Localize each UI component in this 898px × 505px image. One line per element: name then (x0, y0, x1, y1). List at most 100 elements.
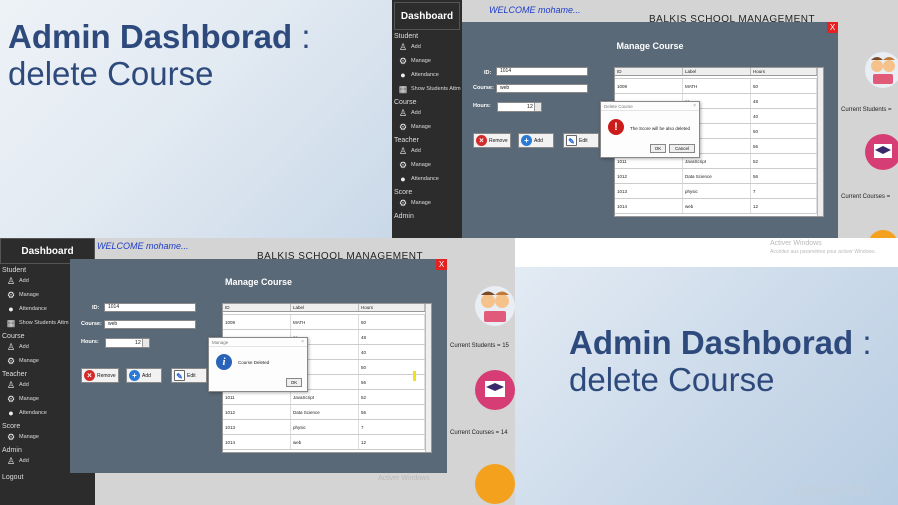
slide-subtitle: delete Course (8, 55, 214, 92)
graduation-svg (485, 381, 505, 397)
close-button[interactable]: X (436, 259, 447, 270)
id-field[interactable]: 1014 (496, 67, 588, 76)
users-gear-icon: ⚙ (398, 198, 408, 208)
table-scrollbar[interactable] (817, 68, 823, 216)
ok-button[interactable]: OK (286, 378, 302, 387)
remove-label: Remove (489, 137, 508, 144)
table-row[interactable]: 1013 physic 7 (223, 420, 431, 435)
user-icon: ● (400, 70, 406, 80)
sidebar-item-label: Add (411, 44, 421, 50)
table-row[interactable]: 1012 Data Science 56 (223, 405, 431, 420)
activate-windows-title: Activer Windows (378, 475, 430, 482)
sidebar-item-teacher-attendance[interactable]: ● Attendance (394, 172, 462, 186)
sidebar-item-label: Attendance (411, 72, 439, 78)
sidebar-item-label: Show Students Attm (19, 320, 69, 326)
error-icon: ! (608, 119, 624, 135)
table-row[interactable]: 1013 physic 7 (615, 184, 823, 199)
sidebar-item-course-add[interactable]: ♙ Add (394, 106, 462, 120)
col-label[interactable]: Label (291, 304, 359, 311)
plus-icon: + (129, 370, 140, 381)
sidebar-item-teacher-add[interactable]: ♙ Add (394, 144, 462, 158)
add-button[interactable]: + Add (518, 133, 554, 148)
table-row[interactable]: 1009 MATH 50 (223, 315, 431, 330)
cell-hours: 50 (359, 315, 425, 329)
table-row[interactable]: 1014 web 12 (223, 435, 431, 450)
id-label: ID: (92, 305, 100, 311)
remove-button[interactable]: × Remove (473, 133, 511, 148)
cell-label: MATH (683, 79, 751, 93)
users-gear-icon: ⚙ (6, 290, 16, 300)
sidebar-item-label: Attendance (19, 410, 47, 416)
table-row[interactable]: 1009 MATH 50 (615, 79, 823, 94)
col-hours[interactable]: Hours (751, 68, 817, 75)
cancel-button[interactable]: Cancel (669, 144, 695, 153)
cell-hours: 56 (751, 169, 817, 183)
hours-spinner[interactable]: 12 (497, 102, 542, 112)
graduation-svg (874, 144, 892, 158)
course-field[interactable]: web (496, 84, 588, 93)
dialog-close-icon[interactable]: × (693, 103, 696, 109)
course-field[interactable]: web (104, 320, 196, 329)
dialog-title-text: Manage (212, 340, 229, 345)
teacher-illustration-icon (475, 464, 515, 504)
current-courses-label: Current Courses = (841, 194, 891, 200)
table-row[interactable]: 1011 JavaScript 52 (223, 390, 431, 405)
hours-spinner[interactable]: 12 (105, 338, 150, 348)
edit-label: Edit (579, 137, 588, 144)
cell-hours: 48 (751, 94, 817, 108)
title-panel-bottom: Admin Dashborad : delete Course Activer … (515, 267, 898, 505)
sidebar-item-teacher-manage[interactable]: ⚙ Manage (394, 158, 462, 172)
users-gear-icon: ⚙ (398, 56, 408, 66)
cell-hours: 50 (751, 79, 817, 93)
table-row[interactable]: 1012 Data Science 56 (615, 169, 823, 184)
sidebar-item-show-attendance[interactable]: ▦ Show Students Attm (394, 82, 462, 96)
cell-id: 1014 (615, 199, 683, 213)
remove-label: Remove (97, 372, 116, 379)
logout-link[interactable]: Logout (2, 474, 95, 481)
sidebar-item-course-manage[interactable]: ⚙ Manage (394, 120, 462, 134)
sidebar-item-score-manage[interactable]: ⚙ Manage (394, 196, 462, 210)
sidebar-item-label: Manage (411, 124, 431, 130)
sidebar-item-label: Manage (19, 358, 39, 364)
col-label[interactable]: Label (683, 68, 751, 75)
welcome-text: WELCOME mohame... (97, 241, 189, 251)
user-add-icon: ♙ (398, 146, 408, 156)
slide-title: Admin Dashborad : (569, 324, 872, 362)
id-field[interactable]: 1014 (104, 303, 196, 312)
students-illustration-icon (865, 52, 898, 88)
add-button[interactable]: + Add (126, 368, 162, 383)
cell-hours: 40 (751, 109, 817, 123)
col-hours[interactable]: Hours (359, 304, 425, 311)
user-icon: ● (8, 408, 14, 418)
user-icon: ● (8, 304, 14, 314)
slide-title-bold: Admin Dashborad (8, 18, 293, 55)
cell-hours: 7 (751, 184, 817, 198)
cell-hours: 40 (359, 345, 425, 359)
cell-id: 1011 (223, 390, 291, 404)
activate-windows-title-right: Activer Windows (770, 240, 822, 247)
calendar-icon: ▦ (6, 318, 16, 328)
edit-icon: ✎ (174, 370, 185, 381)
col-id[interactable]: ID (615, 68, 683, 75)
edit-button[interactable]: ✎ Edit (563, 133, 599, 148)
sidebar-item-student-manage[interactable]: ⚙ Manage (394, 54, 462, 68)
table-header: ID Label Hours (615, 68, 823, 76)
cell-id: 1012 (223, 405, 291, 419)
cell-label: web (291, 435, 359, 449)
plus-icon: + (521, 135, 532, 146)
dialog-message: Course Deleted (238, 360, 270, 365)
dialog-close-icon[interactable]: × (301, 339, 304, 345)
table-scrollbar[interactable] (425, 304, 431, 452)
col-id[interactable]: ID (223, 304, 291, 311)
edit-button[interactable]: ✎ Edit (171, 368, 207, 383)
current-students-label: Current Students = (841, 107, 892, 113)
ok-button[interactable]: OK (650, 144, 666, 153)
remove-button[interactable]: × Remove (81, 368, 119, 383)
cell-hours: 56 (359, 405, 425, 419)
close-button[interactable]: X (827, 22, 838, 33)
sidebar-item-student-add[interactable]: ♙ Add (394, 40, 462, 54)
sidebar-item-label: Attendance (19, 306, 47, 312)
table-row[interactable]: 1014 web 12 (615, 199, 823, 214)
user-add-icon: ♙ (398, 42, 408, 52)
sidebar-item-student-attendance[interactable]: ● Attendance (394, 68, 462, 82)
